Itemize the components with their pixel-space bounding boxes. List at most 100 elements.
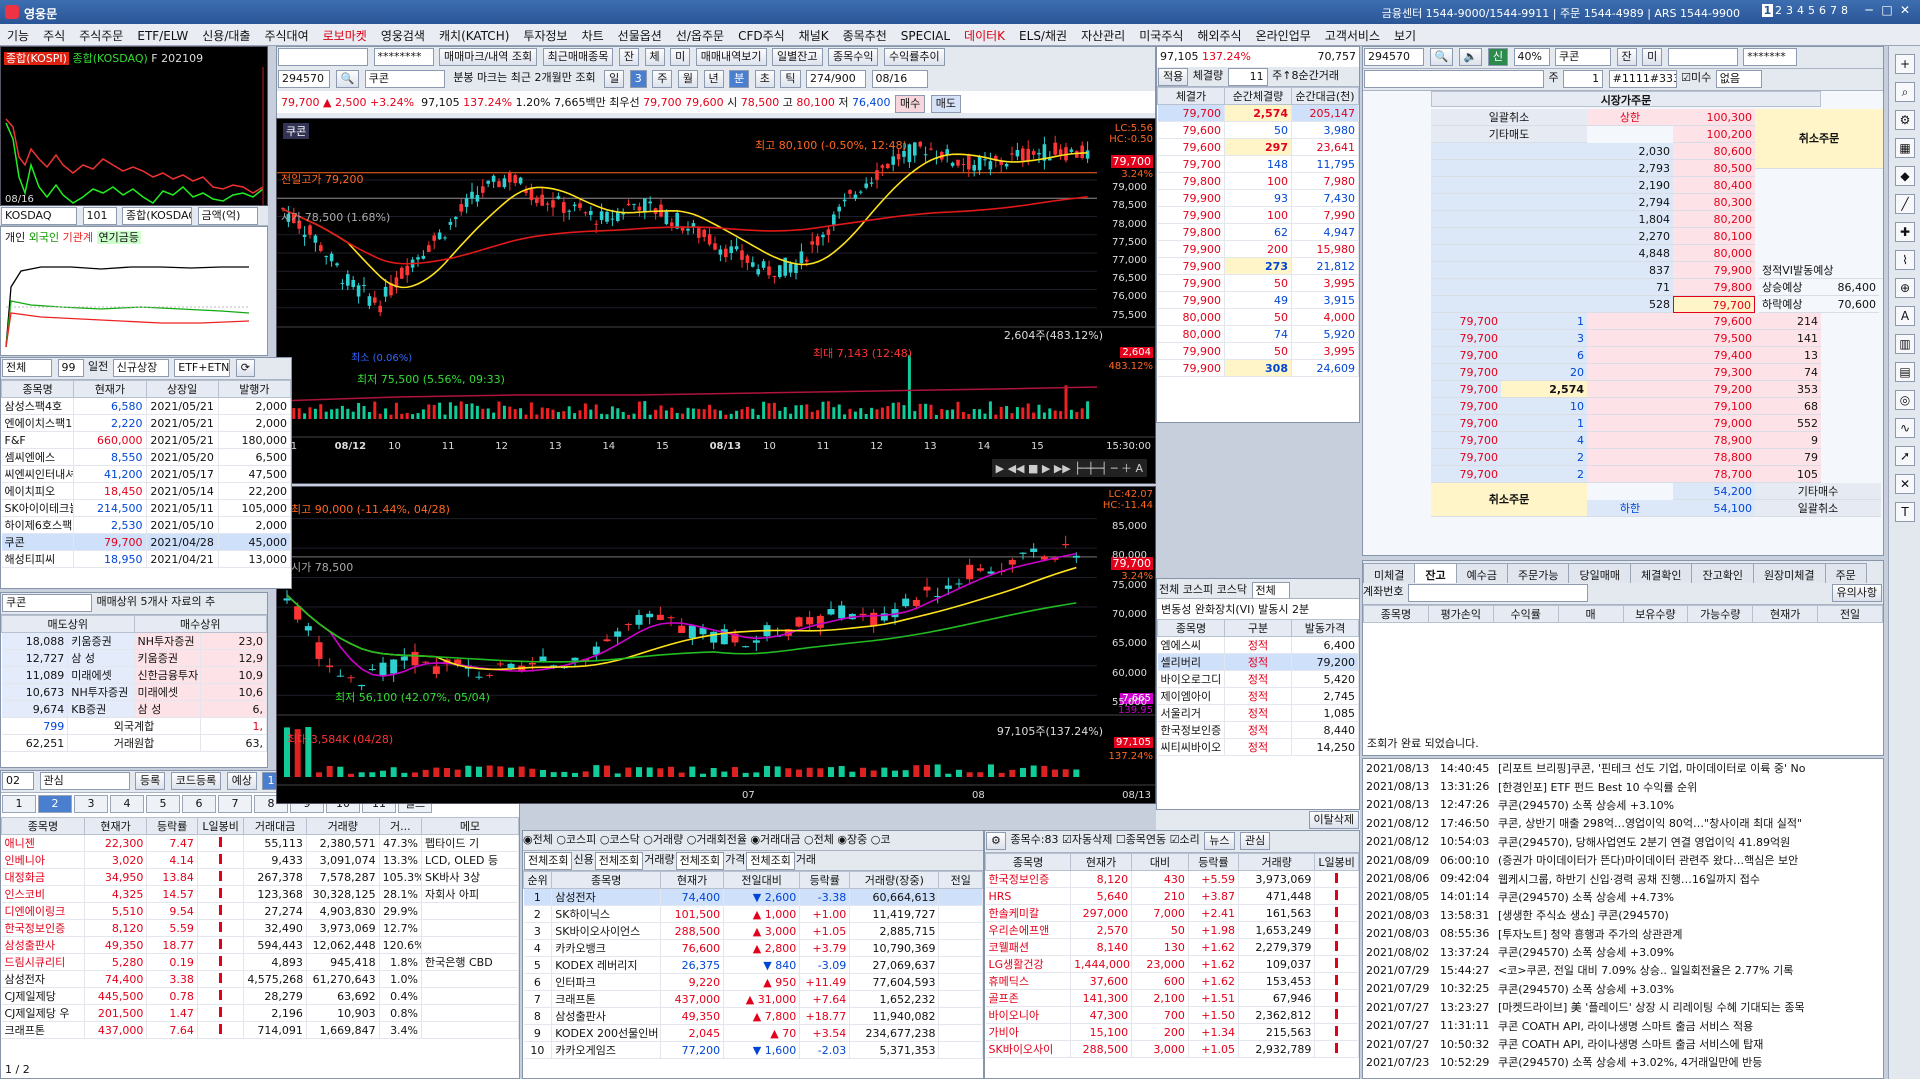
minimize-icon[interactable]: ─ xyxy=(1860,3,1878,17)
bid-qty[interactable]: 68 xyxy=(1755,398,1821,415)
menu-해외주식[interactable]: 해외주식 xyxy=(1190,24,1248,44)
balance-tab[interactable]: 원장미체결 xyxy=(1752,563,1826,583)
menu-신용/대출[interactable]: 신용/대출 xyxy=(195,24,257,44)
vi-radio-all[interactable]: 전체 xyxy=(1159,583,1179,596)
rank-row[interactable]: 5 KODEX 레버리지 26,375 ▼ 840 -3.09 27,069,637 xyxy=(523,956,983,974)
table-row[interactable]: 에이치피오 18,450 2021/05/14 22,200 xyxy=(1,482,291,500)
column-header[interactable]: 등락률 xyxy=(799,871,851,889)
rank-row[interactable]: 4 카카오뱅크 76,600 ▲ 2,800 +3.79 10,790,369 xyxy=(523,939,983,957)
close-icon[interactable]: ✕ xyxy=(1896,3,1914,17)
rank-row[interactable]: 10 카카오게임즈 77,200 ▼ 1,600 -2.03 5,371,353 xyxy=(523,1041,983,1059)
vi-watch-row[interactable]: 우리손에프앤 2,570 50 +1.98 1,653,249 xyxy=(985,921,1359,939)
tool-chart-icon[interactable]: ▦ xyxy=(1895,138,1915,158)
balance-account-row[interactable]: 계좌번호 유의사항 xyxy=(1363,583,1883,605)
speaker-icon[interactable]: 🔈 xyxy=(1458,48,1483,66)
vi-watch-row[interactable]: LG생활건강 1,444,000 23,000 +1.62 109,037 xyxy=(985,955,1359,973)
menu-주식대여[interactable]: 주식대여 xyxy=(257,24,315,44)
fill-qty-input[interactable]: 11 xyxy=(1227,68,1268,86)
order-toolbar-1[interactable]: 294570 🔍 🔈 신 40% 쿠콘 잔 미 ******* xyxy=(1363,47,1883,69)
ask-qty[interactable]: 4,848 xyxy=(1587,245,1673,262)
screen-page-tabs[interactable]: 12345678 xyxy=(1762,4,1850,17)
column-header[interactable]: 순위 xyxy=(523,871,553,889)
column-header[interactable]: 전일 xyxy=(1817,605,1883,623)
ask-qty[interactable]: 1,804 xyxy=(1587,211,1673,228)
profit-trend-button[interactable]: 수익률추이 xyxy=(883,48,945,66)
column-header[interactable]: L일봉비 xyxy=(1314,853,1359,871)
vi-row[interactable]: 서울리거 정적 1,085 xyxy=(1157,704,1359,722)
bid-qty[interactable]: 552 xyxy=(1755,415,1821,432)
watch-tab-5[interactable]: 5 xyxy=(146,795,180,813)
index-code-select[interactable]: 101 xyxy=(82,207,117,225)
vi-radio-kospi[interactable]: 코스피 xyxy=(1183,583,1213,596)
vi-watch-row[interactable]: HRS 5,640 210 +3.87 471,448 xyxy=(985,887,1359,905)
bid-price[interactable]: 79,100 xyxy=(1673,398,1755,415)
column-header[interactable]: 종목명 xyxy=(1363,605,1429,623)
bid-price[interactable]: 79,000 xyxy=(1673,415,1755,432)
column-header[interactable]: 현재가 xyxy=(73,380,147,398)
code-register-button[interactable]: 코드등록 xyxy=(170,772,222,790)
balance-tab[interactable]: 예수금 xyxy=(1455,563,1508,583)
order-unfilled-toggle[interactable]: 미 xyxy=(1642,48,1663,66)
watch-group-name[interactable]: 관심 xyxy=(39,772,130,790)
period-year[interactable]: 년 xyxy=(703,70,724,88)
vi-row[interactable]: 셀리버리 정적 79,200 xyxy=(1157,653,1359,671)
period-value[interactable]: 3 xyxy=(629,70,647,88)
vi-radio-kosdaq[interactable]: 코스닥 xyxy=(1217,583,1247,596)
column-header[interactable]: 거... xyxy=(378,817,423,835)
vi-footer[interactable]: 이탈삭제 xyxy=(1156,810,1360,830)
menu-ETF/ELW[interactable]: ETF/ELW xyxy=(130,26,195,43)
rank-radio-1[interactable]: ○코스피 xyxy=(556,833,599,846)
watch-tab-4[interactable]: 4 xyxy=(110,795,144,813)
chart-stock-code[interactable]: 294570 xyxy=(278,70,330,88)
trade-mark-button[interactable]: 매매마크/내역 조회 xyxy=(439,48,538,66)
menu-종목추천[interactable]: 종목추천 xyxy=(836,24,894,44)
page-tab-7[interactable]: 7 xyxy=(1828,4,1839,17)
bid-qty[interactable]: 105 xyxy=(1755,466,1821,483)
period-second[interactable]: 초 xyxy=(754,70,775,88)
news-item[interactable]: 2021/08/02 13:37:24 쿠콘(294570) 소폭 상승세 +3.0… xyxy=(1363,943,1883,961)
vi-watch-row[interactable]: 한솔케미칼 297,000 7,000 +2.41 161,563 xyxy=(985,904,1359,922)
bid-price[interactable]: 78,700 xyxy=(1673,466,1755,483)
watch-tab-3[interactable]: 3 xyxy=(74,795,108,813)
news-item[interactable]: 2021/08/13 12:47:26 쿠콘(294570) 소폭 상승세 +3.1… xyxy=(1363,796,1883,814)
menu-보기[interactable]: 보기 xyxy=(1387,24,1423,44)
menu-ELS/채권[interactable]: ELS/채권 xyxy=(1012,24,1074,44)
balance-account-input[interactable] xyxy=(1407,584,1588,602)
cancel-order-button[interactable]: 취소주문 xyxy=(1755,109,1883,169)
ask-price[interactable]: 80,100 xyxy=(1673,228,1755,245)
column-header[interactable]: 현재가 xyxy=(660,871,725,889)
news-item[interactable]: 2021/08/05 14:01:14 쿠콘(294570) 소폭 상승세 +4.7… xyxy=(1363,888,1883,906)
menu-기능[interactable]: 기능 xyxy=(0,24,36,44)
balance-tabs[interactable]: 미체결 잔고 예수금 주문가능 당일매매 체결확인 잔고확인 원장미체결 주문 xyxy=(1363,561,1883,583)
bid-qty[interactable]: 79 xyxy=(1755,449,1821,466)
news-item[interactable]: 2021/07/27 10:50:32 쿠콘 COATH API, 라이나생명 스마… xyxy=(1363,1035,1883,1053)
order-qty[interactable]: 1 xyxy=(1563,70,1604,88)
menu-선/옵주문[interactable]: 선/옵주문 xyxy=(669,24,731,44)
column-header[interactable]: 대비 xyxy=(1131,853,1189,871)
menu-채널K[interactable]: 채널K xyxy=(792,24,836,44)
index-controls[interactable]: KOSDAQ 101 종합(KOSDAQ) 금액(억) xyxy=(0,206,268,226)
chart-stock-name[interactable]: 쿠콘 xyxy=(364,70,445,88)
ask-qty[interactable]: 2,190 xyxy=(1587,177,1673,194)
rank-select-0[interactable]: 전체조회 xyxy=(524,852,573,870)
column-header[interactable]: 메모 xyxy=(421,817,519,835)
vi-row[interactable]: 씨티씨바이오 정적 14,250 xyxy=(1157,738,1359,756)
table-row[interactable]: 애니젠 22,300 7.47 55,113 2,380,571 47.3% 펩타이드 기 xyxy=(1,834,519,852)
account-select[interactable] xyxy=(278,48,368,66)
rank-select-2[interactable]: 전체조회 xyxy=(594,852,644,870)
stock-profit-button[interactable]: 종목수익 xyxy=(828,48,879,66)
ask-qty[interactable]: 2,270 xyxy=(1587,228,1673,245)
quick-buy-button[interactable]: 매수 xyxy=(895,95,926,113)
period-day[interactable]: 일 xyxy=(604,70,625,88)
rank-row[interactable]: 6 인터파크 9,220 ▲ 950 +11.49 77,604,593 xyxy=(523,973,983,991)
chart-date[interactable]: 08/16 xyxy=(871,70,928,88)
table-row[interactable]: 하이제6호스팩 2,530 2021/05/10 2,000 xyxy=(1,516,291,534)
listing-days-input[interactable]: 99 xyxy=(57,359,84,377)
batch-cancel-button-2[interactable]: 일괄취소 xyxy=(1755,500,1881,517)
page-tab-4[interactable]: 4 xyxy=(1795,4,1806,17)
broker-toolbar[interactable]: 쿠콘 매매상위 5개사 자료의 추 xyxy=(1,593,267,615)
table-row[interactable]: 드림시큐리티 5,280 0.19 4,893 945,418 1.8% 한국은행 CBD xyxy=(1,953,519,971)
tool-new-icon[interactable]: + xyxy=(1895,54,1915,74)
ask-qty[interactable]: 2,030 xyxy=(1587,143,1673,160)
period-month[interactable]: 월 xyxy=(677,70,699,88)
